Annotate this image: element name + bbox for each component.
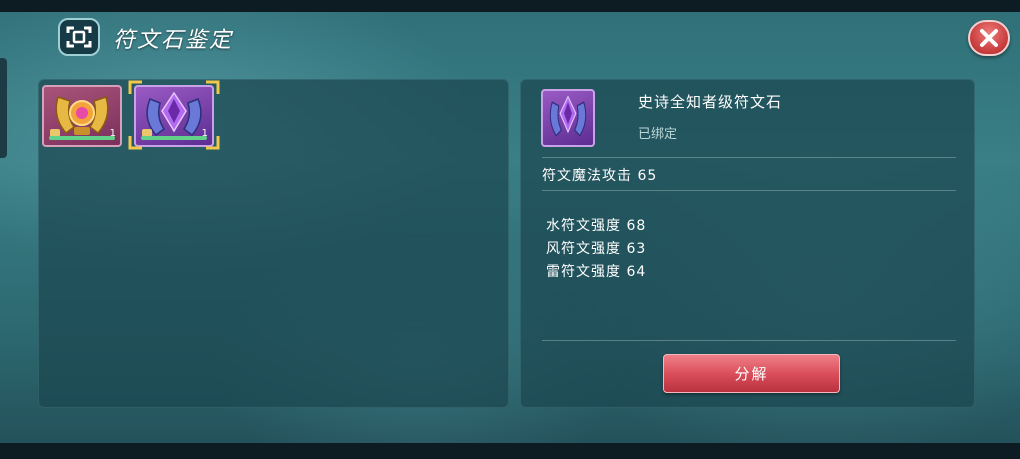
- attribute-list: 水符文强度 68 风符文强度 63 雷符文强度 64: [546, 215, 646, 284]
- window-header: 符文石鉴定: [0, 12, 1020, 62]
- side-tab-handle[interactable]: [0, 58, 7, 158]
- page-title: 符文石鉴定: [113, 28, 234, 53]
- detail-item-icon: [541, 89, 595, 147]
- slot-durability-bar: [141, 136, 207, 140]
- bound-status: 已绑定: [638, 127, 678, 142]
- slot-count: 1: [109, 128, 116, 139]
- purple-rune-crystal-icon: [549, 95, 587, 137]
- attribute-row: 水符文强度 68: [546, 218, 647, 234]
- slot-durability-bar: [49, 136, 115, 140]
- attribute-row: 风符文强度 63: [546, 241, 647, 257]
- top-edge: [0, 0, 1020, 12]
- inventory-slot-gold-rune[interactable]: 1: [42, 85, 122, 147]
- divider: [542, 157, 956, 158]
- rune-detail-panel: 史诗全知者级符文石 已绑定 符文魔法攻击 65 水符文强度 68 风符文强度 6…: [520, 79, 975, 408]
- close-x-icon: [980, 29, 998, 47]
- main-attribute: 符文魔法攻击 65: [542, 168, 658, 184]
- slot-count: 1: [201, 128, 208, 139]
- item-name: 史诗全知者级符文石: [638, 93, 783, 111]
- decompose-button[interactable]: 分解: [663, 354, 840, 393]
- bottom-edge: [0, 443, 1020, 459]
- divider: [542, 190, 956, 191]
- rune-inventory-panel: 1 1: [38, 79, 509, 408]
- close-button[interactable]: [968, 20, 1010, 56]
- attribute-row: 雷符文强度 64: [546, 264, 647, 280]
- divider: [542, 340, 956, 341]
- identify-scan-icon: [58, 18, 100, 56]
- inventory-slot-purple-rune[interactable]: 1: [134, 85, 214, 147]
